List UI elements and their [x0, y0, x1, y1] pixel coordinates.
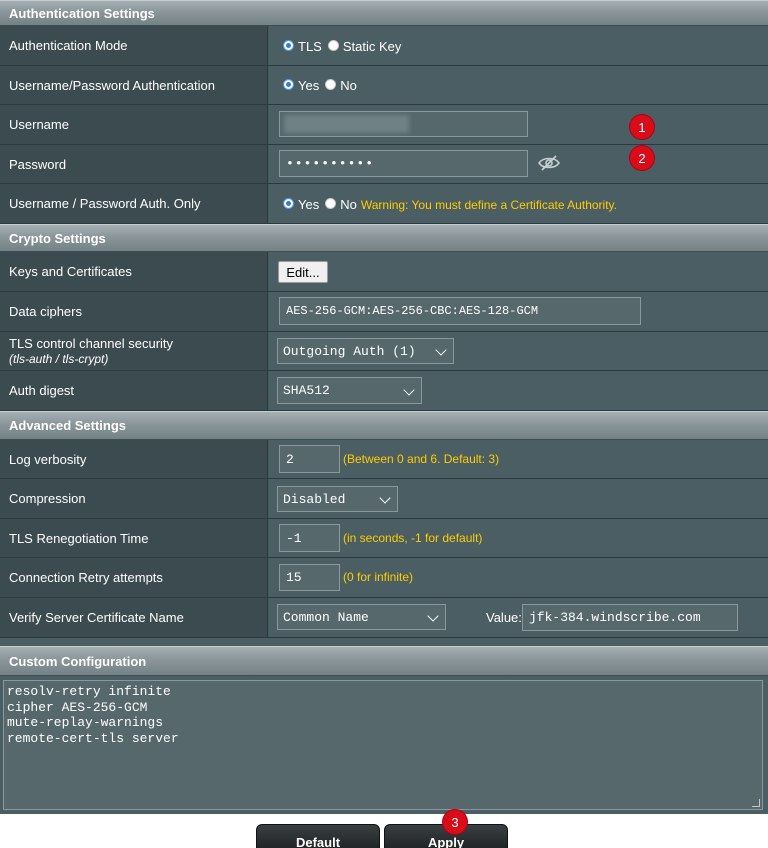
tls-reneg-input[interactable]: -1: [279, 524, 340, 552]
verify-cert-value: Common Name: [283, 609, 369, 625]
verify-cert-select[interactable]: Common Name: [277, 604, 446, 630]
auth-only-yes-label: Yes: [298, 197, 320, 212]
custom-config-textarea[interactable]: resolv-retry infinite cipher AES-256-GCM…: [3, 680, 763, 810]
userpass-no-radio[interactable]: [325, 79, 337, 90]
chevron-down-icon: [403, 383, 415, 396]
auth-mode-tls-radio[interactable]: [283, 40, 294, 51]
annotation-badge-1: 1: [630, 115, 654, 139]
auth-digest-label: Auth digest: [9, 383, 75, 398]
verify-cert-row: Verify Server Certificate Name Common Na…: [0, 598, 768, 638]
auth-only-row: Username / Password Auth. Only Yes No Wa…: [0, 184, 768, 224]
tls-control-value: Outgoing Auth (1): [283, 343, 416, 359]
chevron-down-icon: [435, 344, 447, 356]
tls-reneg-label: TLS Renegotiation Time: [9, 530, 149, 546]
chevron-down-icon: [427, 610, 439, 622]
edit-keys-button[interactable]: Edit...: [278, 261, 328, 283]
custom-section-title: Custom Configuration: [9, 653, 147, 669]
compression-select[interactable]: Disabled: [277, 486, 398, 512]
auth-only-no-radio[interactable]: [325, 198, 337, 209]
userpass-auth-radio-group: Yes No: [283, 78, 363, 93]
auth-mode-static-key-radio[interactable]: [327, 40, 339, 51]
userpass-yes-label: Yes: [298, 78, 320, 93]
section-spacer: [0, 638, 768, 646]
userpass-auth-row: Username/Password Authentication Yes No: [0, 66, 768, 105]
auth-only-radio-group: Yes No Warning: You must define a Certif…: [283, 197, 617, 212]
apply-button-label: Apply: [427, 835, 465, 848]
custom-config-line: resolv-retry infinite: [7, 684, 171, 699]
custom-config-line: cipher AES-256-GCM: [7, 699, 148, 715]
compression-label: Compression: [9, 491, 86, 506]
eye-slash-icon[interactable]: [538, 155, 560, 171]
log-verbosity-row: Log verbosity 2 (Between 0 and 6. Defaul…: [0, 440, 768, 479]
userpass-auth-label: Username/Password Authentication: [9, 77, 215, 93]
certificate-authority-warning: Warning: You must define a Certificate A…: [360, 197, 617, 212]
crypto-section-header: Crypto Settings: [0, 224, 768, 252]
default-button[interactable]: Default: [256, 824, 380, 848]
tls-control-select[interactable]: Outgoing Auth (1): [277, 338, 454, 364]
tls-control-label: TLS control channel security: [9, 336, 174, 351]
crypto-section-title: Crypto Settings: [9, 230, 106, 246]
password-row: Password ••••••••••: [0, 145, 768, 184]
retry-input[interactable]: 15: [279, 564, 340, 591]
auth-only-no-label: No: [340, 197, 357, 212]
default-button-label: Default: [295, 835, 341, 848]
compression-value: Disabled: [283, 491, 346, 507]
auth-section-title: Authentication Settings: [9, 5, 155, 21]
custom-config-line: remote-cert-tls server: [7, 730, 179, 746]
resize-handle-icon[interactable]: [752, 799, 760, 807]
auth-mode-tls-label: TLS: [298, 39, 322, 54]
annotation-badge-3: 3: [443, 810, 467, 834]
tls-control-row: TLS control channel security (tls-auth /…: [0, 332, 768, 371]
userpass-no-label: No: [340, 78, 357, 93]
log-verbosity-input[interactable]: 2: [279, 445, 340, 473]
auth-section-header: Authentication Settings: [0, 0, 768, 26]
auth-digest-value: SHA512: [283, 383, 330, 398]
data-ciphers-label: Data ciphers: [9, 304, 82, 319]
retry-label: Connection Retry attempts: [9, 570, 163, 585]
userpass-yes-radio[interactable]: [283, 79, 294, 90]
data-ciphers-row: Data ciphers AES-256-GCM:AES-256-CBC:AES…: [0, 292, 768, 332]
auth-digest-row: Auth digest SHA512: [0, 371, 768, 411]
auth-mode-row: Authentication Mode TLS Static Key: [0, 26, 768, 66]
chevron-down-icon: [379, 492, 391, 504]
log-verbosity-hint: (Between 0 and 6. Default: 3): [343, 452, 500, 466]
auth-mode-label: Authentication Mode: [9, 38, 128, 53]
advanced-section-title: Advanced Settings: [9, 418, 127, 433]
custom-section-header: Custom Configuration: [0, 646, 768, 676]
retry-hint: (0 for infinite): [343, 570, 414, 584]
username-redaction: [284, 115, 409, 133]
auth-only-label: Username / Password Auth. Only: [9, 196, 201, 211]
tls-control-sublabel: (tls-auth / tls-crypt): [9, 352, 109, 366]
verify-value-label: Value:: [486, 610, 522, 625]
keys-certs-label: Keys and Certificates: [9, 264, 132, 279]
auth-only-yes-radio[interactable]: [283, 198, 294, 209]
custom-config-line: mute-replay-warnings: [7, 715, 164, 730]
data-ciphers-input[interactable]: AES-256-GCM:AES-256-CBC:AES-128-GCM: [279, 297, 641, 325]
auth-mode-radio-group: TLS Static Key: [283, 39, 407, 54]
password-label: Password: [9, 156, 67, 172]
auth-mode-static-key-label: Static Key: [342, 39, 402, 54]
verify-cert-label: Verify Server Certificate Name: [9, 610, 184, 625]
tls-reneg-row: TLS Renegotiation Time -1 (in seconds, -…: [0, 519, 768, 558]
username-label: Username: [9, 117, 69, 132]
auth-digest-select[interactable]: SHA512: [277, 377, 422, 404]
advanced-section-header: Advanced Settings: [0, 411, 768, 440]
annotation-badge-2: 2: [630, 146, 654, 170]
password-input[interactable]: ••••••••••: [279, 150, 528, 177]
log-verbosity-label: Log verbosity: [9, 451, 87, 467]
retry-row: Connection Retry attempts 15 (0 for infi…: [0, 558, 768, 598]
verify-value-input[interactable]: jfk-384.windscribe.com: [522, 604, 738, 631]
keys-certs-row: Keys and Certificates Edit...: [0, 252, 768, 292]
tls-reneg-hint: (in seconds, -1 for default): [343, 531, 483, 545]
compression-row: Compression Disabled: [0, 479, 768, 519]
